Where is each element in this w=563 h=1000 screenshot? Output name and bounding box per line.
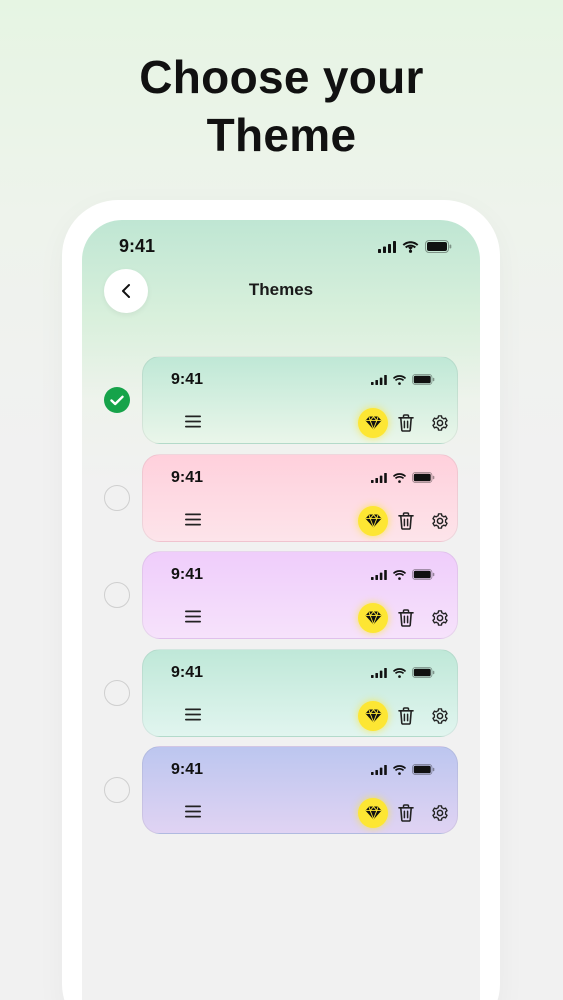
trash-icon bbox=[398, 414, 414, 432]
wifi-icon bbox=[392, 374, 407, 385]
page-headline: Choose your Theme bbox=[0, 48, 563, 164]
preview-status-icons bbox=[371, 667, 435, 678]
theme-row[interactable]: 9:41 bbox=[82, 551, 480, 639]
battery-icon bbox=[412, 374, 435, 385]
menu-button[interactable] bbox=[185, 610, 201, 623]
headline-line-2: Theme bbox=[206, 109, 357, 161]
signal-icon bbox=[371, 764, 387, 775]
menu-button[interactable] bbox=[185, 513, 201, 526]
theme-radio[interactable] bbox=[104, 680, 130, 706]
premium-button[interactable] bbox=[358, 798, 388, 828]
preview-time: 9:41 bbox=[171, 566, 204, 583]
premium-button[interactable] bbox=[358, 603, 388, 633]
theme-radio[interactable] bbox=[104, 582, 130, 608]
settings-button[interactable] bbox=[431, 707, 449, 725]
theme-preview-card[interactable]: 9:41 bbox=[142, 649, 458, 737]
menu-icon bbox=[185, 805, 201, 818]
preview-time: 9:41 bbox=[171, 469, 204, 486]
battery-icon bbox=[425, 240, 452, 253]
gem-icon bbox=[365, 514, 381, 528]
theme-preview-card[interactable]: 9:41 bbox=[142, 551, 458, 639]
signal-icon bbox=[371, 569, 387, 580]
theme-preview-card[interactable]: 9:41 bbox=[142, 356, 458, 444]
menu-icon bbox=[185, 708, 201, 721]
trash-icon bbox=[398, 609, 414, 627]
headline-line-1: Choose your bbox=[139, 51, 424, 103]
theme-row[interactable]: 9:41 bbox=[82, 454, 480, 542]
delete-button[interactable] bbox=[398, 707, 414, 725]
phone-screen: 9:41 Themes 9:41 9:41 9:41 9:41 9:41 bbox=[82, 220, 480, 1000]
menu-button[interactable] bbox=[185, 415, 201, 428]
trash-icon bbox=[398, 707, 414, 725]
settings-button[interactable] bbox=[431, 609, 449, 627]
wifi-icon bbox=[392, 569, 407, 580]
gear-icon bbox=[432, 708, 448, 724]
wifi-icon bbox=[392, 764, 407, 775]
signal-icon bbox=[378, 240, 396, 253]
wifi-icon bbox=[392, 667, 407, 678]
signal-icon bbox=[371, 472, 387, 483]
theme-row[interactable]: 9:41 bbox=[82, 356, 480, 444]
nav-title: Themes bbox=[248, 280, 314, 299]
wifi-icon bbox=[392, 472, 407, 483]
theme-row[interactable]: 9:41 bbox=[82, 649, 480, 737]
gear-icon bbox=[432, 805, 448, 821]
menu-button[interactable] bbox=[185, 708, 201, 721]
preview-status-icons bbox=[371, 374, 435, 385]
battery-icon bbox=[412, 764, 435, 775]
preview-status-icons bbox=[371, 569, 435, 580]
theme-preview-card[interactable]: 9:41 bbox=[142, 454, 458, 542]
settings-button[interactable] bbox=[431, 414, 449, 432]
menu-icon bbox=[185, 415, 201, 428]
gear-icon bbox=[432, 513, 448, 529]
preview-status-icons bbox=[371, 764, 435, 775]
gear-icon bbox=[432, 610, 448, 626]
settings-button[interactable] bbox=[431, 804, 449, 822]
check-icon bbox=[110, 395, 124, 405]
theme-radio[interactable] bbox=[104, 387, 130, 413]
gem-icon bbox=[365, 709, 381, 723]
status-time: 9:41 bbox=[119, 236, 156, 256]
status-bar: 9:41 bbox=[82, 234, 480, 260]
theme-row[interactable]: 9:41 bbox=[82, 746, 480, 834]
preview-status-icons bbox=[371, 472, 435, 483]
delete-button[interactable] bbox=[398, 414, 414, 432]
battery-icon bbox=[412, 667, 435, 678]
gem-icon bbox=[365, 416, 381, 430]
theme-radio[interactable] bbox=[104, 777, 130, 803]
gear-icon bbox=[432, 415, 448, 431]
menu-icon bbox=[185, 610, 201, 623]
menu-button[interactable] bbox=[185, 805, 201, 818]
gem-icon bbox=[365, 806, 381, 820]
battery-icon bbox=[412, 472, 435, 483]
status-icons bbox=[378, 240, 452, 253]
delete-button[interactable] bbox=[398, 609, 414, 627]
preview-time: 9:41 bbox=[171, 761, 204, 778]
battery-icon bbox=[412, 569, 435, 580]
trash-icon bbox=[398, 512, 414, 530]
trash-icon bbox=[398, 804, 414, 822]
premium-button[interactable] bbox=[358, 408, 388, 438]
signal-icon bbox=[371, 667, 387, 678]
delete-button[interactable] bbox=[398, 804, 414, 822]
theme-radio[interactable] bbox=[104, 485, 130, 511]
preview-time: 9:41 bbox=[171, 664, 204, 681]
menu-icon bbox=[185, 513, 201, 526]
delete-button[interactable] bbox=[398, 512, 414, 530]
settings-button[interactable] bbox=[431, 512, 449, 530]
signal-icon bbox=[371, 374, 387, 385]
theme-preview-card[interactable]: 9:41 bbox=[142, 746, 458, 834]
premium-button[interactable] bbox=[358, 506, 388, 536]
gem-icon bbox=[365, 611, 381, 625]
wifi-icon bbox=[402, 240, 419, 253]
preview-time: 9:41 bbox=[171, 371, 204, 388]
premium-button[interactable] bbox=[358, 701, 388, 731]
